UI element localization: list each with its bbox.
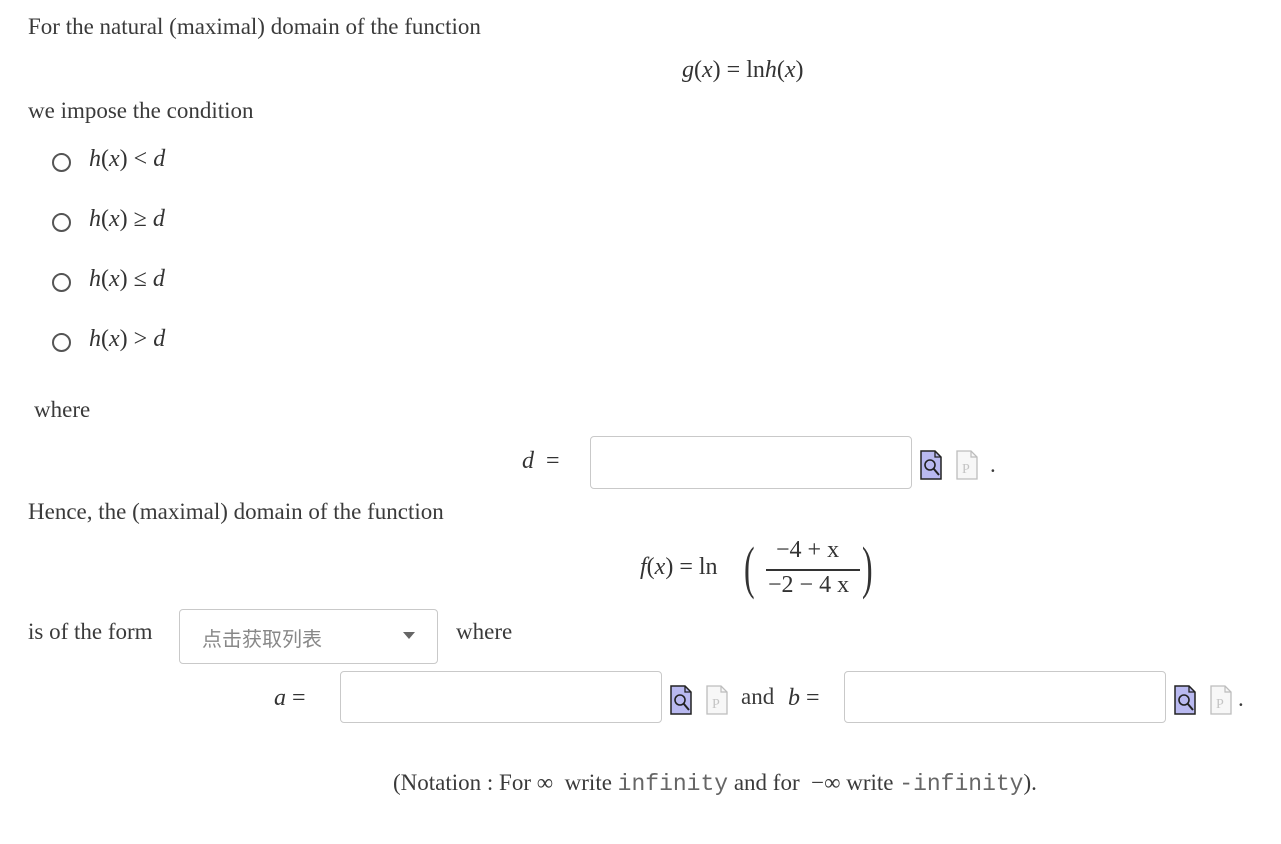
- notation-line: (Notation : For ∞ write infinity and for…: [393, 770, 1037, 797]
- radio-button[interactable]: [52, 153, 71, 172]
- notation-code-infinity: infinity: [617, 771, 729, 797]
- where-text-2: where: [456, 619, 513, 644]
- intro-text: For the natural (maximal) domain of the …: [28, 14, 481, 39]
- and-text: and: [741, 684, 775, 709]
- svg-text:P: P: [712, 697, 720, 712]
- f-denominator: −2 − 4 x: [768, 572, 850, 598]
- g-ln: ln: [746, 57, 765, 83]
- a-input[interactable]: [340, 671, 662, 723]
- b-label: b =: [788, 685, 820, 711]
- radio-button[interactable]: [52, 213, 71, 232]
- neg-infinity-symbol: −∞: [811, 770, 841, 795]
- preview-icon[interactable]: [670, 685, 692, 715]
- form-text: is of the form: [28, 619, 153, 644]
- preview-icon[interactable]: [920, 450, 942, 480]
- g-symbol: g: [682, 57, 694, 83]
- formula-editor-icon[interactable]: P: [956, 450, 978, 480]
- g-definition: g(x) = lnh(x): [682, 57, 804, 83]
- f-lhs: f(x) = ln: [640, 554, 718, 580]
- radio-button[interactable]: [52, 333, 71, 352]
- g-harg: x: [784, 57, 796, 83]
- form-select[interactable]: 点击获取列表: [179, 609, 438, 664]
- notation-close: ).: [1023, 770, 1037, 795]
- option-label: h(x) < d: [89, 146, 166, 172]
- hence-text: Hence, the (maximal) domain of the funct…: [28, 499, 444, 524]
- period: .: [990, 452, 996, 477]
- svg-text:P: P: [962, 462, 970, 477]
- chevron-down-icon: [403, 632, 415, 639]
- preview-icon[interactable]: [1174, 685, 1196, 715]
- notation-write-2: write: [846, 770, 894, 795]
- condition-text: we impose the condition: [28, 98, 254, 123]
- period-2: .: [1238, 686, 1244, 711]
- select-placeholder: 点击获取列表: [202, 627, 322, 651]
- svg-text:P: P: [1216, 697, 1224, 712]
- right-paren: ): [862, 535, 873, 600]
- b-input[interactable]: [844, 671, 1166, 723]
- d-label: d =: [522, 448, 560, 474]
- option-label: h(x) > d: [89, 326, 166, 352]
- notation-write-1: write: [564, 770, 612, 795]
- left-paren: (: [744, 535, 755, 600]
- g-h: h: [764, 57, 777, 83]
- formula-editor-icon[interactable]: P: [1210, 685, 1232, 715]
- fraction-bar: [766, 569, 860, 571]
- notation-and-for: and for: [733, 770, 800, 795]
- option-label: h(x) ≥ d: [89, 206, 165, 232]
- notation-code-neg-infinity: -infinity: [899, 771, 1024, 797]
- g-eq: =: [726, 57, 741, 83]
- where-text: where: [34, 397, 91, 422]
- f-numerator: −4 + x: [776, 537, 840, 563]
- a-label: a =: [274, 685, 306, 711]
- option-label: h(x) ≤ d: [89, 266, 165, 292]
- notation-open: (Notation : For: [393, 770, 531, 795]
- g-arg: x: [702, 57, 713, 83]
- d-input[interactable]: [590, 436, 912, 489]
- infinity-symbol: ∞: [536, 770, 554, 795]
- formula-editor-icon[interactable]: P: [706, 685, 728, 715]
- radio-button[interactable]: [52, 273, 71, 292]
